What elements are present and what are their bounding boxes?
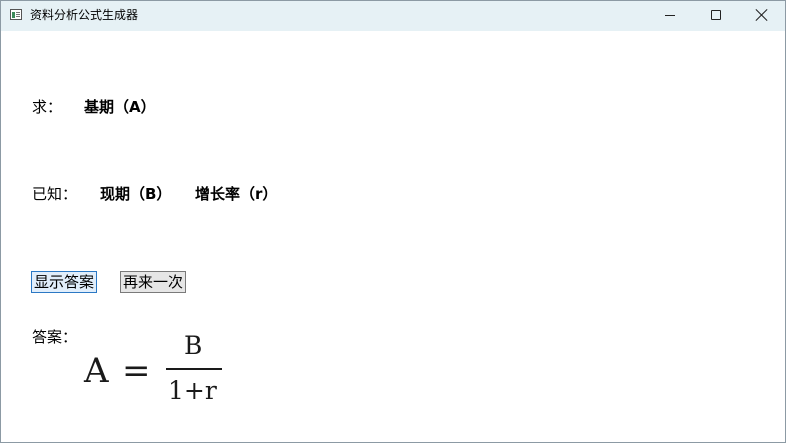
minimize-icon	[665, 15, 675, 16]
formula-denominator: 1+r	[168, 376, 217, 405]
maximize-button[interactable]	[693, 1, 739, 31]
answer-label: 答案：	[32, 328, 78, 346]
formula-equals: =	[122, 351, 151, 391]
fraction-bar	[166, 368, 222, 370]
app-icon	[10, 9, 22, 20]
maximize-icon	[711, 10, 721, 20]
try-again-button[interactable]: 再来一次	[120, 271, 187, 293]
close-button[interactable]	[739, 1, 785, 31]
answer-formula: A = B 1+r	[84, 331, 234, 411]
find-label: 求：	[32, 98, 63, 116]
minimize-button[interactable]	[647, 1, 693, 31]
known-item: 现期（B）	[100, 185, 172, 203]
formula-lhs: A	[84, 351, 109, 391]
app-window: 资料分析公式生成器 求： 基期（A） 已知： 现期（B） 增长率（r） 显示答案…	[0, 0, 786, 443]
known-item: 增长率（r）	[195, 185, 278, 203]
find-target: 基期（A）	[84, 98, 156, 116]
close-icon	[755, 8, 769, 22]
show-answer-button[interactable]: 显示答案	[31, 271, 98, 293]
formula-numerator: B	[184, 331, 203, 360]
known-label: 已知：	[32, 185, 78, 203]
window-title: 资料分析公式生成器	[30, 8, 139, 22]
title-bar[interactable]: 资料分析公式生成器	[1, 1, 785, 31]
